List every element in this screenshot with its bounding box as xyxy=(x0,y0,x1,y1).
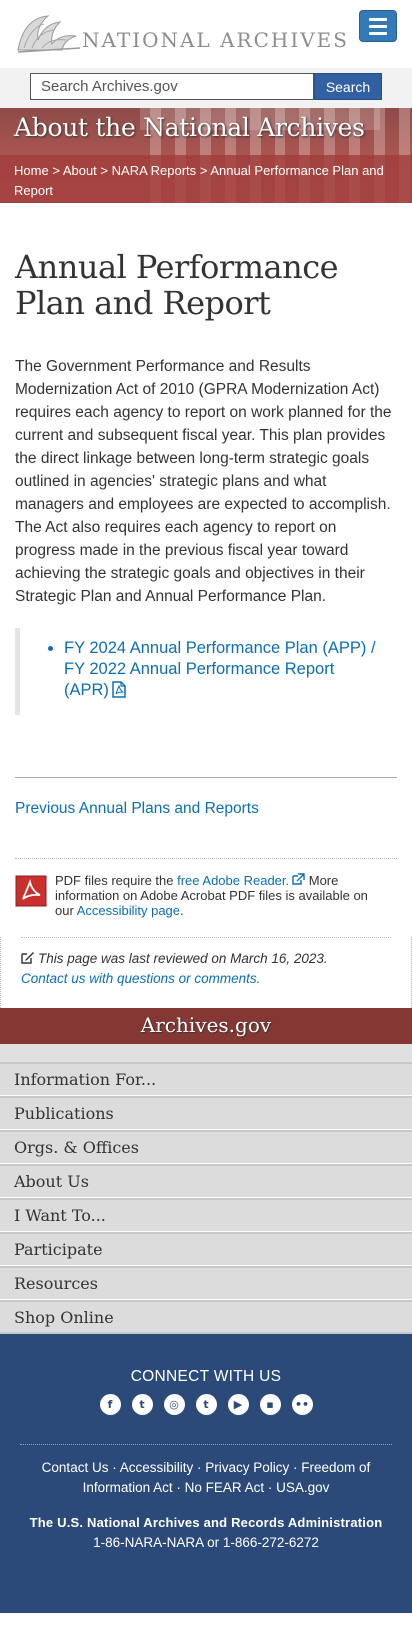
footer-nav-orgs-offices[interactable]: Orgs. & Offices xyxy=(0,1130,412,1164)
site-header: NATIONAL ARCHIVES xyxy=(0,0,412,68)
dotted-divider xyxy=(15,858,397,859)
breadcrumb-nara-reports[interactable]: NARA Reports xyxy=(112,163,197,178)
archives-gov-bar[interactable]: Archives.gov xyxy=(0,1008,412,1044)
organization-name: The U.S. National Archives and Records A… xyxy=(29,1515,383,1530)
main-content: Annual Performance Plan and Report The G… xyxy=(0,249,412,921)
list-item: FY 2024 Annual Performance Plan (APP) / … xyxy=(64,638,377,701)
search-button[interactable]: Search xyxy=(314,73,382,100)
footer-nav-publications[interactable]: Publications xyxy=(0,1096,412,1130)
youtube-icon[interactable]: ▶ xyxy=(227,1394,249,1415)
site-footer: CONNECT WITH US f t ◎ t ▶ ▪ •• Contact U… xyxy=(0,1334,412,1613)
page-title: Annual Performance Plan and Report xyxy=(15,248,339,322)
footer-nav-resources[interactable]: Resources xyxy=(0,1266,412,1300)
pdf-notice: PDF files require the free Adobe Reader.… xyxy=(15,873,397,921)
last-reviewed: This page was last reviewed on March 16,… xyxy=(21,951,328,966)
divider xyxy=(15,777,397,778)
performance-plan-link[interactable]: FY 2024 Annual Performance Plan (APP) / … xyxy=(64,639,376,699)
footer-links: Contact Us · Accessibility · Privacy Pol… xyxy=(41,1460,371,1495)
adobe-reader-link[interactable]: free Adobe Reader. xyxy=(177,873,305,888)
footer-link-contact-us[interactable]: Contact Us xyxy=(42,1460,109,1475)
footer-link-no-fear-act[interactable]: No FEAR Act xyxy=(185,1480,265,1495)
footer-nav-information-for[interactable]: Information For... xyxy=(0,1062,412,1096)
blog-icon[interactable]: ▪ xyxy=(259,1394,281,1415)
contact-us-link[interactable]: Contact us with questions or comments. xyxy=(21,971,260,986)
menu-button[interactable] xyxy=(359,10,397,42)
adobe-acrobat-icon xyxy=(15,875,47,907)
breadcrumb: Home > About > NARA Reports > Annual Per… xyxy=(14,163,384,198)
search-input[interactable] xyxy=(30,73,314,100)
accessibility-page-link[interactable]: Accessibility page xyxy=(77,903,180,918)
search-bar: Search xyxy=(0,68,412,108)
page-banner: About the National Archives Home > About… xyxy=(0,108,412,203)
pdf-file-icon xyxy=(112,681,126,698)
footer-nav-about-us[interactable]: About Us xyxy=(0,1164,412,1198)
pdf-notice-text: PDF files require the free Adobe Reader.… xyxy=(55,873,368,918)
logo-text: NATIONAL ARCHIVES xyxy=(82,28,349,52)
footer-nav-shop-online[interactable]: Shop Online xyxy=(0,1300,412,1334)
breadcrumb-about[interactable]: About xyxy=(63,163,97,178)
tumblr-icon[interactable]: t xyxy=(195,1394,217,1415)
national-archives-logo[interactable]: NATIONAL ARCHIVES xyxy=(14,10,347,56)
intro-paragraph: The Government Performance and Results M… xyxy=(15,358,392,605)
twitter-icon[interactable]: t xyxy=(131,1394,153,1415)
section-title: About the National Archives xyxy=(14,113,365,142)
previous-plans-link[interactable]: Previous Annual Plans and Reports xyxy=(15,800,397,818)
page-review-box: This page was last reviewed on March 16,… xyxy=(0,937,412,1008)
flickr-icon[interactable]: •• xyxy=(291,1394,313,1415)
document-list: FY 2024 Annual Performance Plan (APP) / … xyxy=(15,628,397,715)
social-links: f t ◎ t ▶ ▪ •• xyxy=(0,1394,412,1415)
edit-icon xyxy=(21,952,34,964)
phone-number[interactable]: 1-86-NARA-NARA or 1-866-272-6272 xyxy=(0,1535,412,1550)
footer-link-usa-gov[interactable]: USA.gov xyxy=(276,1480,329,1495)
hamburger-menu-icon xyxy=(369,17,387,21)
instagram-icon[interactable]: ◎ xyxy=(163,1394,185,1415)
footer-nav: Information For... Publications Orgs. & … xyxy=(0,1044,412,1334)
footer-nav-i-want-to[interactable]: I Want To... xyxy=(0,1198,412,1232)
footer-link-accessibility[interactable]: Accessibility xyxy=(120,1460,194,1475)
breadcrumb-home[interactable]: Home xyxy=(14,163,49,178)
external-link-icon xyxy=(292,873,305,885)
facebook-icon[interactable]: f xyxy=(99,1394,121,1415)
eagle-emblem-icon xyxy=(17,15,81,53)
footer-link-privacy-policy[interactable]: Privacy Policy xyxy=(205,1460,289,1475)
connect-heading: CONNECT WITH US xyxy=(130,1368,282,1385)
footer-nav-participate[interactable]: Participate xyxy=(0,1232,412,1266)
